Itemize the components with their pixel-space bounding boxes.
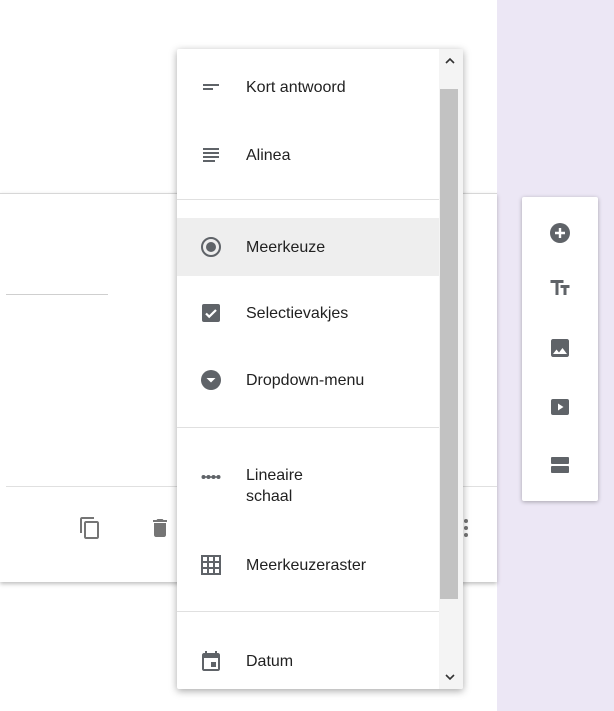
menu-divider	[177, 427, 439, 428]
question-type-menu: Kort antwoord Alinea Meerkeuze Selectiev…	[177, 49, 463, 689]
video-icon[interactable]	[546, 393, 574, 421]
menu-item-kort-antwoord[interactable]: Kort antwoord	[177, 61, 439, 113]
floating-toolbar	[522, 197, 598, 501]
paragraph-icon	[199, 143, 223, 167]
question-input-underline	[6, 294, 108, 295]
scroll-up-icon[interactable]	[442, 53, 458, 69]
menu-divider	[177, 199, 439, 200]
menu-item-label: Alinea	[246, 146, 291, 164]
menu-item-label: Lineaire schaal	[246, 467, 303, 505]
checkbox-icon	[199, 301, 223, 325]
radio-button-icon	[199, 235, 223, 259]
image-icon[interactable]	[546, 334, 574, 362]
menu-item-alinea[interactable]: Alinea	[177, 129, 439, 181]
section-icon[interactable]	[546, 451, 574, 479]
grid-icon	[199, 553, 223, 577]
menu-divider	[177, 611, 439, 612]
scroll-down-icon[interactable]	[442, 669, 458, 685]
menu-item-label: Meerkeuze	[246, 238, 326, 256]
menu-item-label: Datum	[246, 652, 294, 670]
menu-item-meerkeuze[interactable]: Meerkeuze	[177, 218, 439, 276]
menu-item-datum[interactable]: Datum	[177, 635, 439, 687]
menu-item-label: Meerkeuzeraster	[246, 556, 367, 574]
menu-item-label: Selectievakjes	[246, 304, 349, 322]
title-text-icon[interactable]	[546, 274, 574, 302]
menu-scrollbar-thumb[interactable]	[440, 89, 458, 599]
calendar-icon	[199, 649, 223, 673]
menu-item-label: Dropdown-menu	[246, 371, 365, 389]
delete-icon[interactable]	[148, 516, 172, 540]
linear-scale-icon	[199, 465, 223, 489]
menu-item-label: Kort antwoord	[246, 78, 346, 96]
short-answer-icon	[199, 75, 223, 99]
add-question-icon[interactable]	[546, 219, 574, 247]
menu-item-dropdown-menu[interactable]: Dropdown-menu	[177, 354, 439, 406]
menu-item-selectievakjes[interactable]: Selectievakjes	[177, 287, 439, 339]
menu-item-lineaire-schaal[interactable]: Lineaire schaal	[177, 457, 439, 517]
dropdown-icon	[199, 368, 223, 392]
copy-icon[interactable]	[78, 516, 102, 540]
menu-item-meerkeuzeraster[interactable]: Meerkeuzeraster	[177, 539, 439, 591]
